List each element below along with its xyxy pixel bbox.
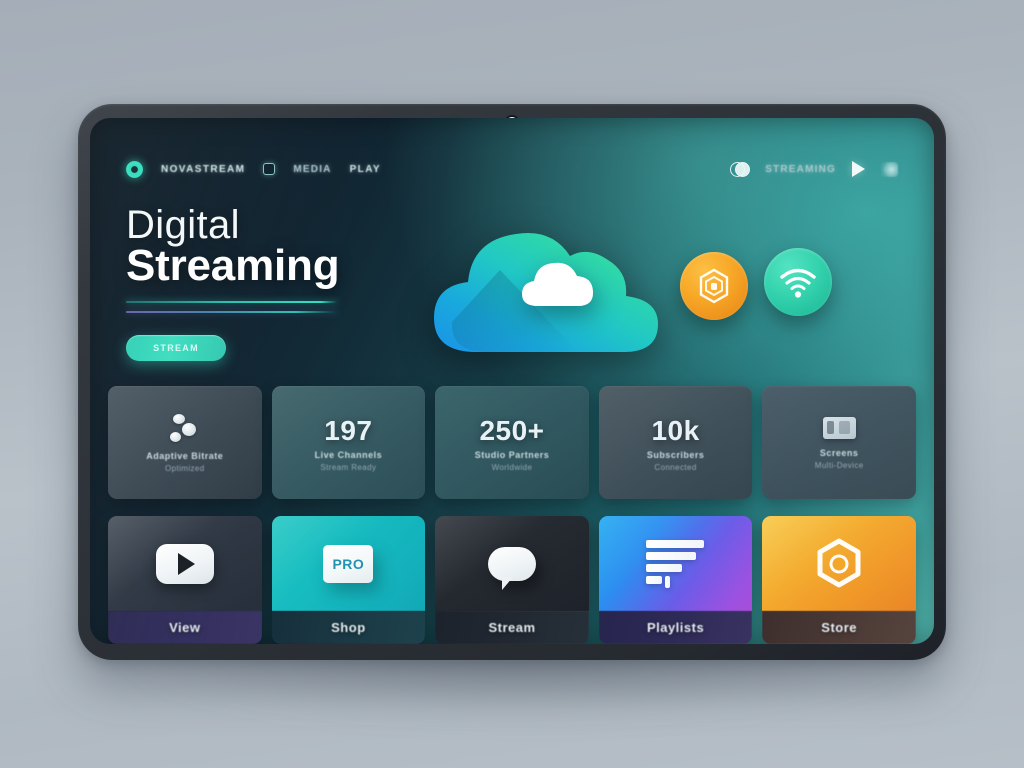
app-tile-row: View PRO Shop Stream Playlists Store (108, 516, 916, 644)
page-title: Digital Streaming (126, 203, 426, 290)
stat-value: 10k (651, 415, 700, 446)
app-tile-playlists[interactable]: Playlists (598, 516, 753, 644)
small-cloud-icon (522, 262, 594, 306)
ring-logo-icon[interactable] (126, 160, 143, 178)
nav-item-play[interactable]: PLAY (350, 164, 381, 175)
circles-icon[interactable] (730, 161, 751, 177)
tile-artwork (108, 516, 262, 611)
stat-label: Adaptive Bitrate (146, 451, 224, 461)
tile-artwork (435, 516, 589, 611)
tile-artwork (762, 516, 916, 611)
stat-card[interactable]: Screens Multi-Device (762, 386, 916, 499)
hero-divider-top (126, 301, 338, 304)
list-bars-icon (645, 539, 706, 588)
stat-sublabel: Worldwide (491, 463, 533, 472)
app-tile-view[interactable]: View (108, 516, 262, 644)
hexagon-circle-icon (817, 538, 861, 587)
stat-card-row: Adaptive Bitrate Optimized 197 Live Chan… (108, 386, 916, 499)
tile-label: Stream (435, 611, 589, 644)
square-icon[interactable] (263, 163, 276, 175)
tile-label: Store (762, 611, 916, 644)
stat-label: Screens (819, 448, 859, 458)
tile-label: View (108, 611, 262, 644)
hero-title-line-1: Digital (126, 203, 240, 247)
stat-label: Studio Partners (474, 450, 550, 460)
stat-card[interactable]: Adaptive Bitrate Optimized (108, 386, 262, 499)
nav-left-group: NOVASTREAM MEDIA PLAY (126, 160, 381, 178)
hero-section: Digital Streaming STREAM (126, 203, 426, 362)
stat-value: 250+ (479, 415, 545, 446)
stat-card[interactable]: 250+ Studio Partners Worldwide (435, 386, 589, 499)
hero-title-line-2: Streaming (126, 240, 340, 290)
stat-label: Live Channels (314, 450, 383, 460)
tile-label: Shop (271, 611, 426, 644)
stat-sublabel: Multi-Device (814, 461, 864, 470)
tablet-screen: NOVASTREAM MEDIA PLAY STREAMING Digital … (90, 118, 934, 644)
app-tile-stream[interactable]: Stream (435, 516, 589, 644)
tile-artwork (598, 516, 753, 611)
top-navigation-bar: NOVASTREAM MEDIA PLAY STREAMING (90, 152, 934, 186)
stat-label: Subscribers (646, 450, 705, 460)
hero-cta-button[interactable]: STREAM (126, 335, 226, 362)
tile-artwork: PRO (271, 516, 426, 611)
hero-divider-bottom (126, 311, 338, 314)
wifi-badge[interactable] (764, 248, 832, 316)
stat-sublabel: Stream Ready (320, 463, 377, 472)
stat-card[interactable]: 10k Subscribers Connected (598, 386, 753, 499)
app-tile-store[interactable]: Store (762, 516, 916, 644)
stat-sublabel: Optimized (164, 464, 205, 473)
chat-bubble-icon (487, 546, 536, 590)
hexagon-gear-badge[interactable] (680, 252, 748, 320)
play-icon (155, 543, 214, 584)
stat-value: 197 (324, 415, 373, 446)
hero-artwork (428, 202, 832, 372)
pro-badge-icon: PRO (323, 544, 374, 583)
menu-glyph-icon[interactable] (881, 161, 898, 177)
wifi-icon (780, 268, 816, 298)
nav-account-label[interactable]: STREAMING (765, 164, 836, 175)
monitor-icon (822, 417, 856, 439)
brand-name: NOVASTREAM (161, 163, 246, 175)
nav-item-media[interactable]: MEDIA (293, 164, 331, 175)
dots-cluster-icon (168, 414, 202, 444)
nav-right-group: STREAMING (730, 161, 898, 177)
tablet-device: NOVASTREAM MEDIA PLAY STREAMING Digital … (78, 104, 946, 660)
app-tile-shop[interactable]: PRO Shop (271, 516, 426, 644)
stat-card[interactable]: 197 Live Channels Stream Ready (271, 386, 426, 499)
tile-label: Playlists (598, 611, 753, 644)
play-icon[interactable] (852, 161, 865, 177)
hexagon-gear-icon (699, 268, 729, 304)
stat-sublabel: Connected (654, 463, 697, 472)
